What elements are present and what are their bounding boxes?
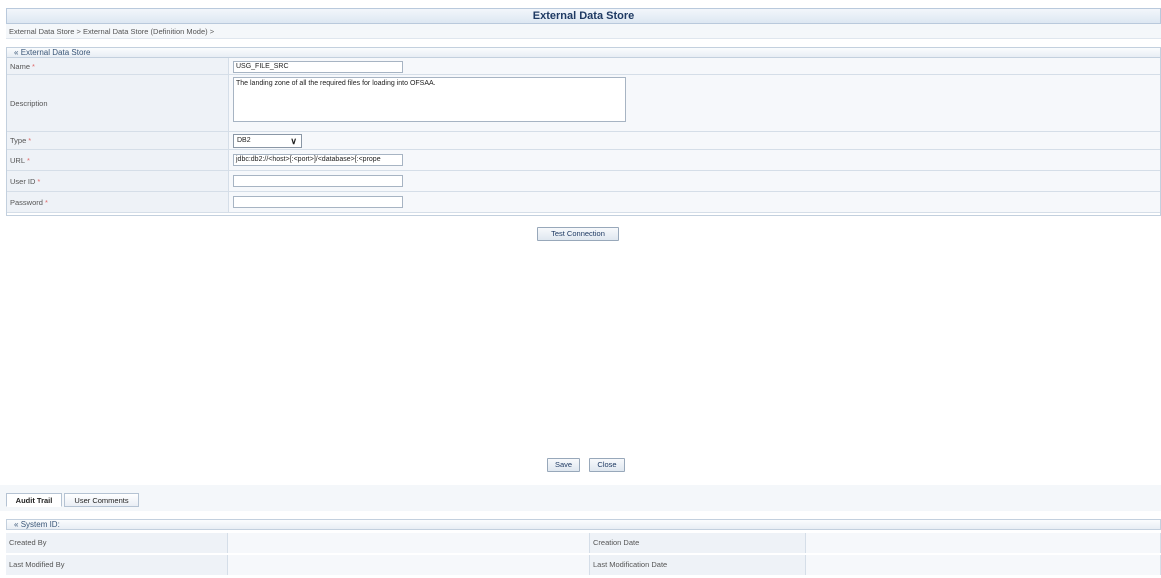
tab-audit-trail[interactable]: Audit Trail — [6, 493, 62, 507]
url-cell: jdbc:db2://<host>[:<port>]/<database>[:<… — [229, 150, 1160, 171]
tab-user-comments[interactable]: User Comments — [64, 493, 139, 507]
type-cell: DB2 ∨ — [229, 132, 1160, 150]
user-id-input[interactable] — [233, 175, 403, 187]
creation-date-value — [806, 533, 1161, 553]
table-row: Created By Creation Date — [6, 533, 1161, 553]
breadcrumb[interactable]: External Data Store > External Data Stor… — [6, 24, 1161, 39]
close-button[interactable]: Close — [589, 458, 625, 472]
collapse-icon[interactable]: « — [14, 520, 18, 529]
url-input[interactable]: jdbc:db2://<host>[:<port>]/<database>[:<… — [233, 154, 403, 166]
page-title: External Data Store — [6, 8, 1161, 24]
type-label: Type * — [7, 132, 229, 150]
description-cell: The landing zone of all the required fil… — [229, 75, 1160, 132]
last-modified-by-value — [228, 555, 590, 575]
chevron-down-icon: ∨ — [290, 136, 297, 146]
test-connection-button[interactable]: Test Connection — [537, 227, 619, 241]
password-label: Password * — [7, 192, 229, 213]
user-id-label: User ID * — [7, 171, 229, 192]
type-select[interactable]: DB2 ∨ — [233, 134, 302, 148]
created-by-value — [228, 533, 590, 553]
name-cell: USG_FILE_SRC — [229, 58, 1160, 75]
collapse-icon[interactable]: « — [14, 48, 18, 57]
tabs-bar — [0, 485, 1161, 511]
table-row: Last Modified By Last Modification Date — [6, 555, 1161, 575]
save-button[interactable]: Save — [547, 458, 580, 472]
section-title: System ID: — [20, 520, 60, 529]
description-textarea[interactable]: The landing zone of all the required fil… — [233, 77, 626, 122]
password-cell — [229, 192, 1160, 213]
section-title: External Data Store — [20, 48, 91, 57]
system-id-section-header[interactable]: « System ID: — [6, 519, 1161, 530]
external-data-store-section-header[interactable]: « External Data Store — [6, 47, 1161, 58]
name-input[interactable]: USG_FILE_SRC — [233, 61, 403, 73]
user-id-cell — [229, 171, 1160, 192]
created-by-label: Created By — [6, 533, 228, 553]
last-modification-date-value — [806, 555, 1161, 575]
description-label: Description — [7, 75, 229, 132]
external-data-store-form: Name * USG_FILE_SRC Description The landi… — [6, 58, 1161, 216]
last-modified-by-label: Last Modified By — [6, 555, 228, 575]
password-input[interactable] — [233, 196, 403, 208]
last-modification-date-label: Last Modification Date — [590, 555, 806, 575]
name-label: Name * — [7, 58, 229, 75]
url-label: URL * — [7, 150, 229, 171]
creation-date-label: Creation Date — [590, 533, 806, 553]
